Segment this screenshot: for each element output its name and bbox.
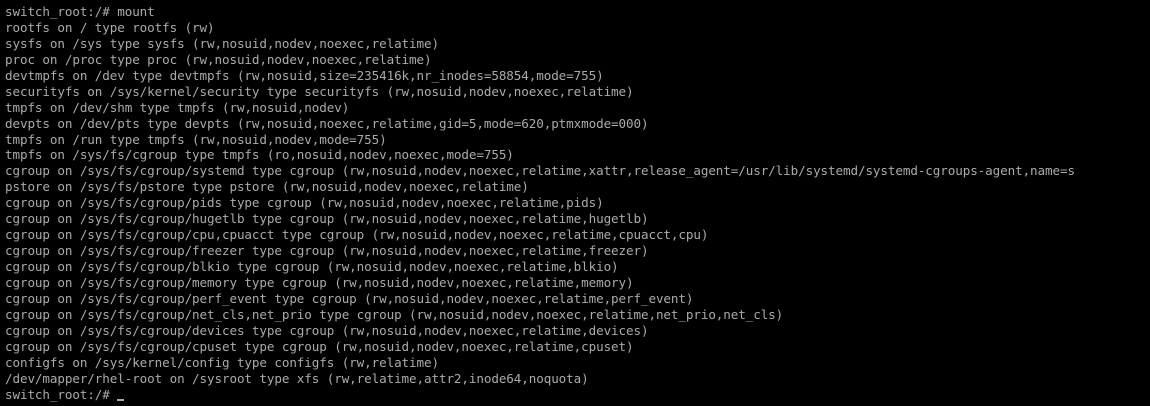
output-line: rootfs on / type rootfs (rw) <box>5 19 215 35</box>
output-line: devpts on /dev/pts type devpts (rw,nosui… <box>5 115 649 131</box>
output-line: cgroup on /sys/fs/cgroup/freezer type cg… <box>5 243 649 259</box>
output-line: devtmpfs on /dev type devtmpfs (rw,nosui… <box>5 67 604 83</box>
output-line: cgroup on /sys/fs/cgroup/pids type cgrou… <box>5 195 604 211</box>
shell-prompt: switch_root:/# <box>5 386 118 402</box>
output-line: /dev/mapper/rhel-root on /sysroot type x… <box>5 370 589 386</box>
output-line: configfs on /sys/kernel/config type conf… <box>5 354 439 370</box>
terminal-window[interactable]: switch_root:/# mount rootfs on / type ro… <box>0 0 1150 406</box>
output-line: securityfs on /sys/kernel/security type … <box>5 83 634 99</box>
output-line: cgroup on /sys/fs/cgroup/memory type cgr… <box>5 274 634 290</box>
output-line: cgroup on /sys/fs/cgroup/systemd type cg… <box>5 163 1075 179</box>
output-line: cgroup on /sys/fs/cgroup/perf_event type… <box>5 290 694 306</box>
output-line: proc on /proc type proc (rw,nosuid,nodev… <box>5 51 432 67</box>
command-line: switch_root:/# mount <box>5 4 1150 20</box>
text-cursor <box>117 398 125 401</box>
output-line: tmpfs on /dev/shm type tmpfs (rw,nosuid,… <box>5 99 350 115</box>
output-line: tmpfs on /sys/fs/cgroup type tmpfs (ro,n… <box>5 147 514 163</box>
output-line: tmpfs on /run type tmpfs (rw,nosuid,node… <box>5 131 387 147</box>
output-line: cgroup on /sys/fs/cgroup/cpuset type cgr… <box>5 338 634 354</box>
output-line: cgroup on /sys/fs/cgroup/cpu,cpuacct typ… <box>5 227 709 243</box>
output-line: sysfs on /sys type sysfs (rw,nosuid,node… <box>5 35 439 51</box>
output-line: cgroup on /sys/fs/cgroup/net_cls,net_pri… <box>5 306 784 322</box>
output-line: cgroup on /sys/fs/cgroup/blkio type cgro… <box>5 259 619 274</box>
input-line[interactable]: switch_root:/# <box>5 387 1150 403</box>
shell-prompt: switch_root:/# <box>5 4 118 19</box>
output-line: pstore on /sys/fs/pstore type pstore (rw… <box>5 179 529 195</box>
command-output: rootfs on / type rootfs (rw) sysfs on /sy… <box>5 20 1150 387</box>
typed-command: mount <box>117 4 155 19</box>
output-line: cgroup on /sys/fs/cgroup/hugetlb type cg… <box>5 211 649 227</box>
output-line: cgroup on /sys/fs/cgroup/devices type cg… <box>5 322 649 338</box>
